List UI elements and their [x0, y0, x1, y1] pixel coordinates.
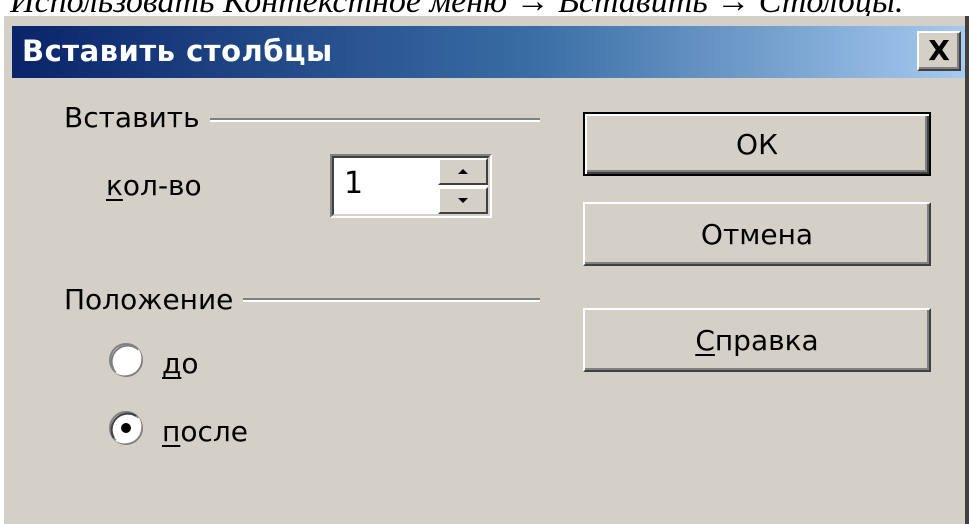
- radio-before-mnemonic: д: [162, 347, 182, 380]
- count-spinner[interactable]: 1: [330, 154, 492, 218]
- spin-down-button[interactable]: [438, 187, 488, 214]
- count-label: кол-во: [106, 170, 202, 202]
- arrow-up-icon: [458, 169, 468, 174]
- radio-after-mnemonic: п: [162, 415, 181, 448]
- count-label-text: ол-во: [122, 169, 202, 202]
- radio-after-text: осле: [180, 415, 248, 448]
- radio-before[interactable]: [108, 342, 144, 378]
- count-label-mnemonic: к: [106, 169, 123, 202]
- radio-after[interactable]: [108, 410, 144, 446]
- insert-group-separator: [154, 118, 540, 122]
- arrow-down-icon: [458, 198, 468, 203]
- close-button[interactable]: X: [917, 31, 961, 71]
- help-button-mnemonic: С: [695, 323, 715, 357]
- spin-up-button[interactable]: [438, 158, 488, 185]
- cancel-button[interactable]: Отмена: [583, 202, 931, 266]
- count-input[interactable]: 1: [344, 166, 363, 202]
- position-group-separator: [204, 298, 540, 302]
- radio-before-label: до: [162, 348, 199, 380]
- ok-button[interactable]: ОК: [583, 112, 931, 176]
- radio-after-label: после: [162, 416, 248, 448]
- position-group-label: Положение: [64, 284, 244, 316]
- dialog-title: Вставить столбцы: [22, 34, 333, 68]
- insert-group-label: Вставить: [64, 102, 210, 134]
- help-button[interactable]: Справка: [583, 308, 931, 372]
- count-spinner-frame: 1: [332, 156, 490, 216]
- insert-columns-dialog: Вставить столбцы X Вставить кол-во 1 Пол…: [0, 16, 969, 524]
- close-icon: X: [928, 34, 950, 67]
- radio-before-text: о: [181, 347, 199, 380]
- radio-selected-dot: [121, 423, 131, 433]
- dialog-title-bar[interactable]: Вставить столбцы X: [12, 26, 965, 78]
- help-button-text: правка: [714, 323, 819, 357]
